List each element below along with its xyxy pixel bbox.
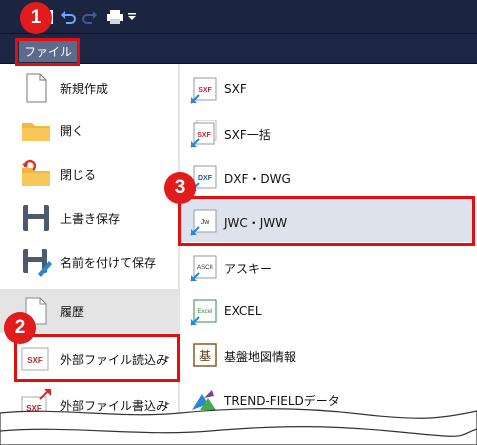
torn-edge-divider [0,408,477,445]
menu-item-label: 新規作成 [60,82,109,96]
submenu-item-ascii[interactable]: ASCII アスキー [180,244,474,288]
svg-text:SXF: SXF [198,87,212,94]
close-folder-icon [22,159,50,186]
submenu-item-label: DXF・DWG [224,172,291,186]
menu-item-new[interactable]: 新規作成 [0,66,180,110]
print-icon[interactable] [106,9,124,25]
submenu-item-sxf[interactable]: SXF SXF [180,66,474,110]
sxf-file-icon: SXF [190,77,217,104]
title-bar [0,0,477,34]
menu-item-save[interactable]: 上書き保存 [0,196,180,240]
step-3-badge: 3 [164,172,196,204]
submenu-item-label: SXF [224,82,247,96]
submenu-item-base-map[interactable]: 基 基盤地図情報 [180,332,474,376]
save-icon [23,205,49,231]
highlight-file-tab [15,38,80,66]
submenu-item-label: SXF一括 [224,128,271,142]
open-folder-icon [22,123,50,141]
menu-item-open[interactable]: 開く [0,108,180,152]
ascii-file-icon: ASCII [190,255,217,282]
menu-item-label: 上書き保存 [60,212,121,226]
svg-text:Excel: Excel [198,309,213,315]
submenu-item-dxf-dwg[interactable]: DXF DXF・DWG [180,154,474,198]
svg-text:基: 基 [199,349,211,363]
menu-item-label: 閉じる [60,168,97,182]
svg-text:DXF: DXF [198,175,213,182]
sxf-batch-file-icon: SXF [190,120,217,148]
save-as-icon [23,249,52,277]
submenu-item-label: EXCEL [224,304,262,318]
step-1-badge: 1 [20,2,52,34]
highlight-import-item [14,334,180,382]
menu-item-save-as[interactable]: 名前を付けて保存 [0,240,180,284]
excel-file-icon: Excel [190,299,217,326]
base-map-icon: 基 [193,343,217,367]
redo-icon[interactable] [82,9,98,25]
customize-toolbar-icon[interactable] [128,13,136,29]
svg-text:ASCII: ASCII [197,265,213,271]
new-document-icon [26,73,47,103]
submenu-item-label: アスキー [224,262,273,276]
svg-text:SXF: SXF [197,132,211,139]
undo-icon[interactable] [60,9,76,25]
menu-item-close[interactable]: 閉じる [0,152,180,196]
submenu-item-excel[interactable]: Excel EXCEL [180,288,474,332]
menu-item-label: 履歴 [60,305,85,319]
submenu-item-sxf-batch[interactable]: SXF SXF一括 [180,110,474,154]
step-2-badge: 2 [4,312,36,344]
highlight-jwc-item [178,196,475,246]
menu-item-label: 開く [60,124,85,138]
menu-item-label: 名前を付けて保存 [60,256,157,270]
submenu-item-label: 基盤地図情報 [224,350,297,364]
